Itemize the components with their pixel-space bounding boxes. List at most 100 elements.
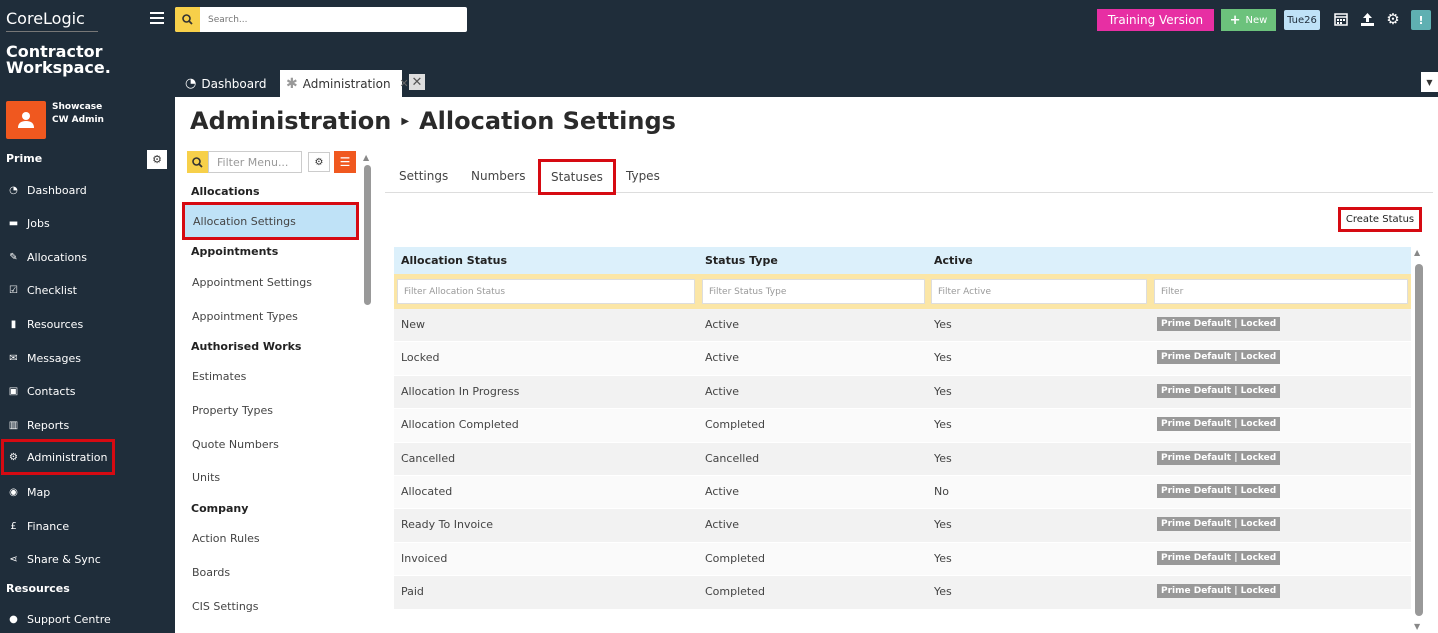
- menu-item-boards[interactable]: Boards: [192, 566, 230, 579]
- menu-list-button[interactable]: ☰: [334, 151, 356, 173]
- new-button[interactable]: + New: [1221, 9, 1276, 31]
- filter-allocation-status-input[interactable]: Filter Allocation Status: [397, 279, 695, 304]
- sidebar-item-checklist[interactable]: ☑ Checklist: [8, 280, 77, 300]
- sidebar-item-messages[interactable]: ✉ Messages: [8, 348, 81, 368]
- search-input[interactable]: [200, 14, 460, 25]
- table-row[interactable]: Cancelled Cancelled Yes Prime Default | Loc…: [394, 442, 1411, 476]
- table-header: Allocation Status Status Type Active: [394, 247, 1411, 274]
- menu-scroll-thumb[interactable]: [364, 165, 371, 305]
- menu-item-appointment-types[interactable]: Appointment Types: [192, 310, 298, 323]
- training-version-badge[interactable]: Training Version: [1097, 9, 1214, 31]
- menu-group-authorised-works: Authorised Works: [191, 340, 302, 353]
- tab-statuses[interactable]: Statuses: [538, 159, 616, 195]
- tabs-dropdown-button[interactable]: ▼: [1421, 72, 1438, 92]
- cell-status: Allocated: [401, 484, 453, 498]
- avatar[interactable]: [6, 101, 46, 139]
- user-info[interactable]: Showcase CW Admin: [52, 101, 104, 127]
- menu-filter-input[interactable]: Filter Menu...: [208, 151, 302, 173]
- upload-icon[interactable]: [1358, 10, 1376, 28]
- sidebar-item-map[interactable]: ◉ Map: [8, 482, 50, 502]
- tab-types[interactable]: Types: [626, 169, 660, 183]
- menu-item-property-types[interactable]: Property Types: [192, 404, 273, 417]
- menu-item-quote-numbers[interactable]: Quote Numbers: [192, 438, 279, 451]
- menu-item-action-rules[interactable]: Action Rules: [192, 532, 260, 545]
- cell-type: Active: [705, 351, 740, 365]
- date-button[interactable]: Tue26: [1284, 10, 1320, 30]
- menu-search-button[interactable]: [187, 151, 208, 173]
- search-icon: [182, 14, 193, 25]
- menu-item-allocation-settings[interactable]: Allocation Settings: [182, 202, 359, 240]
- sidebar-item-reports[interactable]: ▥ Reports: [8, 415, 69, 435]
- caret-down-icon: ▼: [1426, 77, 1433, 87]
- sidebar-item-allocations[interactable]: ✎ Allocations: [8, 247, 87, 267]
- sidebar-item-support-centre[interactable]: ● Support Centre: [8, 609, 111, 629]
- table-scroll-thumb[interactable]: [1415, 264, 1423, 616]
- tab-close-x-icon[interactable]: ✕: [400, 77, 409, 90]
- menu-settings-button[interactable]: ⚙: [308, 152, 330, 172]
- table-row[interactable]: Allocation In Progress Active Yes Prime Def…: [394, 375, 1411, 410]
- cell-active: Yes: [934, 551, 952, 565]
- brand-logo: CoreLogic: [6, 9, 85, 28]
- plus-icon: +: [1229, 12, 1241, 28]
- table-row[interactable]: Locked Active Yes Prime Default | Locked: [394, 342, 1411, 376]
- table-row[interactable]: Paid Completed Yes Prime Default | Locked: [394, 576, 1411, 610]
- status-badge: Prime Default | Locked: [1157, 517, 1281, 532]
- filter-other-input[interactable]: Filter: [1154, 279, 1408, 304]
- menu-item-cis-settings[interactable]: CIS Settings: [192, 600, 259, 613]
- table-row[interactable]: Allocated Active No Prime Default | Locked: [394, 475, 1411, 510]
- sidebar-item-share-sync[interactable]: ⋖ Share & Sync: [8, 549, 101, 569]
- tab-numbers[interactable]: Numbers: [471, 169, 525, 183]
- filter-row: Filter Allocation Status Filter Status T…: [394, 274, 1411, 309]
- sidebar-item-jobs[interactable]: ▬ Jobs: [8, 213, 50, 233]
- gear-icon: ⚙: [152, 153, 162, 166]
- calendar-icon[interactable]: [1332, 10, 1350, 28]
- pound-icon: £: [10, 520, 17, 532]
- menu-scrollbar[interactable]: ▲: [363, 153, 371, 633]
- sidebar-item-label: Messages: [27, 351, 81, 365]
- tab-dashboard[interactable]: ◔ Dashboard: [178, 70, 278, 97]
- scroll-down-icon[interactable]: ▼: [1414, 622, 1420, 631]
- menu-item-estimates[interactable]: Estimates: [192, 370, 246, 383]
- filter-status-type-input[interactable]: Filter Status Type: [702, 279, 925, 304]
- globe-icon: ◉: [9, 486, 18, 498]
- breadcrumb-allocation-settings: Allocation Settings: [419, 107, 676, 135]
- alert-info-icon[interactable]: !: [1411, 10, 1431, 30]
- table-scrollbar[interactable]: ▲ ▼: [1414, 248, 1423, 631]
- column-header-active[interactable]: Active: [934, 254, 973, 267]
- scroll-up-icon[interactable]: ▲: [1414, 248, 1420, 257]
- sidebar-item-finance[interactable]: £ Finance: [8, 516, 69, 536]
- tab-settings[interactable]: Settings: [399, 169, 448, 183]
- chart-icon: ▥: [8, 419, 19, 431]
- status-table: Allocation Status Status Type Active Fil…: [394, 247, 1411, 610]
- table-row[interactable]: New Active Yes Prime Default | Locked: [394, 309, 1411, 343]
- status-badge: Prime Default | Locked: [1157, 417, 1281, 432]
- column-header-status[interactable]: Allocation Status: [401, 254, 507, 267]
- search-button[interactable]: [175, 7, 200, 32]
- sidebar-item-dashboard[interactable]: ◔ Dashboard: [8, 180, 87, 200]
- create-status-button[interactable]: Create Status: [1338, 207, 1422, 232]
- settings-gear-icon[interactable]: ⚙: [1384, 10, 1402, 28]
- cell-status: Cancelled: [401, 451, 456, 465]
- sidebar-item-resources[interactable]: ▮ Resources: [8, 314, 83, 334]
- prime-settings-button[interactable]: ⚙: [147, 150, 167, 169]
- scroll-up-icon[interactable]: ▲: [363, 153, 369, 162]
- breadcrumb-administration[interactable]: Administration: [190, 107, 391, 135]
- sidebar-item-contacts[interactable]: ▣ Contacts: [8, 381, 76, 401]
- close-all-tabs-button[interactable]: ✕: [409, 74, 425, 90]
- table-row[interactable]: Allocation Completed Completed Yes Prime De…: [394, 409, 1411, 443]
- menu-toggle-button[interactable]: [150, 12, 164, 24]
- menu-item-units[interactable]: Units: [192, 471, 220, 484]
- column-header-type[interactable]: Status Type: [705, 254, 778, 267]
- sidebar-item-administration[interactable]: ⚙ Administration: [1, 439, 115, 475]
- page-title: Administration ▶ Allocation Settings: [190, 107, 676, 135]
- table-row[interactable]: Ready To Invoice Active Yes Prime Default |…: [394, 509, 1411, 543]
- wrench-icon: ✎: [9, 251, 18, 263]
- cell-active: No: [934, 484, 949, 498]
- status-badge: Prime Default | Locked: [1157, 450, 1281, 465]
- cell-type: Completed: [705, 585, 765, 599]
- menu-item-appointment-settings[interactable]: Appointment Settings: [192, 276, 312, 289]
- table-row[interactable]: Invoiced Completed Yes Prime Default | Lock…: [394, 542, 1411, 577]
- status-badge: Prime Default | Locked: [1157, 317, 1281, 331]
- filter-active-input[interactable]: Filter Active: [931, 279, 1147, 304]
- tab-administration[interactable]: ✱ Administration ✕: [280, 70, 409, 97]
